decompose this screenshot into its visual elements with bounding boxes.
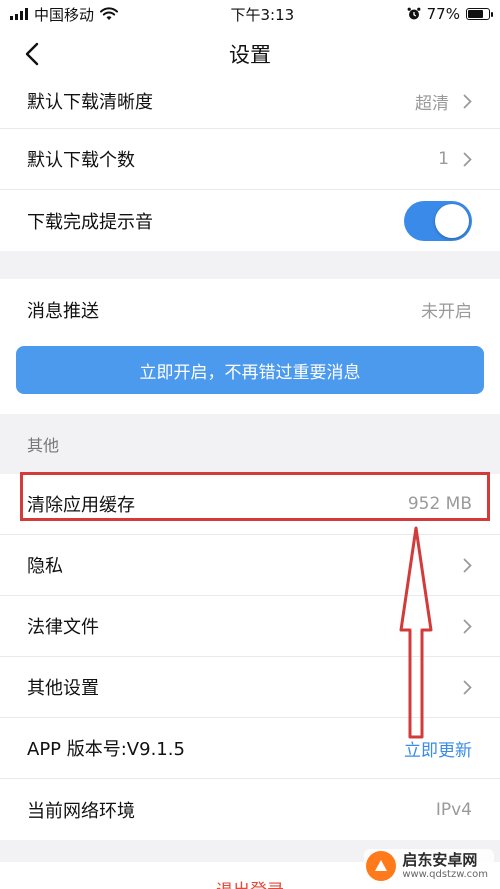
- watermark-logo-icon: [366, 851, 397, 881]
- row-label: 消息推送: [27, 300, 99, 322]
- chevron-right-icon: [463, 619, 472, 633]
- battery-icon: [465, 8, 493, 20]
- chevron-right-icon: [463, 558, 472, 572]
- status-right: 77%: [407, 5, 493, 23]
- wifi-icon: [100, 7, 119, 20]
- battery-fill: [467, 10, 484, 18]
- network-value: IPv4: [435, 799, 472, 820]
- row-legal[interactable]: 法律文件: [0, 596, 500, 657]
- row-right: IPv4: [436, 800, 472, 820]
- status-left: 中国移动: [10, 4, 119, 25]
- row-label: 默认下载个数: [27, 150, 135, 171]
- download-sound-toggle[interactable]: [404, 200, 472, 241]
- row-value: 1: [438, 149, 449, 169]
- enable-push-button[interactable]: 立即开启，不再错过重要消息: [16, 346, 484, 394]
- row-label: 隐私: [27, 556, 63, 577]
- row-other-settings[interactable]: 其他设置: [0, 657, 500, 718]
- row-right: 超清: [415, 89, 472, 114]
- signal-icon: [10, 8, 28, 20]
- row-default-count[interactable]: 默认下载个数 1: [0, 129, 500, 190]
- row-download-sound: 下载完成提示音: [0, 190, 500, 251]
- row-label: 其他设置: [27, 678, 99, 699]
- cta-wrapper: 立即开启，不再错过重要消息: [0, 340, 500, 414]
- chevron-left-icon: [25, 42, 39, 66]
- cache-size: 952 MB: [407, 494, 472, 514]
- chevron-right-icon: [463, 94, 472, 108]
- row-value: 未开启: [421, 302, 472, 322]
- row-label: 清除应用缓存: [27, 495, 135, 516]
- chevron-right-icon: [463, 680, 472, 694]
- row-label: 当前网络环境: [27, 800, 135, 822]
- carrier-name: 中国移动: [34, 5, 95, 24]
- push-settings-group: 消息推送 未开启 立即开启，不再错过重要消息: [0, 279, 500, 414]
- battery-percent: 77%: [426, 5, 460, 23]
- row-label: APP 版本号:V9.1.5: [27, 739, 185, 760]
- row-privacy[interactable]: 隐私: [0, 535, 500, 596]
- status-bar: 中国移动 下午3:13 77%: [0, 0, 500, 28]
- section-header-other: 其他: [0, 414, 500, 474]
- watermark-title: 启东安卓网: [402, 851, 478, 870]
- toggle-knob: [435, 203, 469, 238]
- row-label: 默认下载清晰度: [27, 92, 153, 113]
- site-watermark: 启东安卓网 www.qdstzw.com: [364, 849, 494, 883]
- logout-label: 退出登录: [216, 876, 284, 889]
- alarm-icon: [407, 7, 421, 20]
- row-label: 下载完成提示音: [27, 211, 153, 233]
- watermark-url: www.qdstzw.com: [402, 868, 488, 880]
- other-settings-group: 清除应用缓存 952 MB 隐私 法律文件 其他设置 APP 版本号:V9.1.…: [0, 474, 500, 840]
- back-button[interactable]: [14, 36, 50, 72]
- row-right: 952 MB: [408, 494, 472, 514]
- row-clear-cache[interactable]: 清除应用缓存 952 MB: [0, 474, 500, 535]
- row-right: 1: [438, 149, 472, 169]
- watermark-text: 启东安卓网 www.qdstzw.com: [402, 852, 488, 880]
- row-push[interactable]: 消息推送 未开启: [0, 279, 500, 340]
- row-default-quality[interactable]: 默认下载清晰度 超清: [0, 74, 500, 129]
- nav-bar: 设置: [0, 28, 500, 80]
- download-settings-group: 默认下载清晰度 超清 默认下载个数 1 下载完成提示音: [0, 74, 500, 251]
- row-version: APP 版本号:V9.1.5 立即更新: [0, 718, 500, 779]
- row-network: 当前网络环境 IPv4: [0, 779, 500, 840]
- chevron-right-icon: [463, 152, 472, 166]
- update-now-link[interactable]: 立即更新: [404, 736, 472, 761]
- row-label: 法律文件: [27, 617, 99, 638]
- status-time: 下午3:13: [230, 5, 295, 24]
- row-right: 未开启: [421, 297, 472, 322]
- row-value: 超清: [415, 93, 449, 114]
- page-title: 设置: [229, 43, 271, 67]
